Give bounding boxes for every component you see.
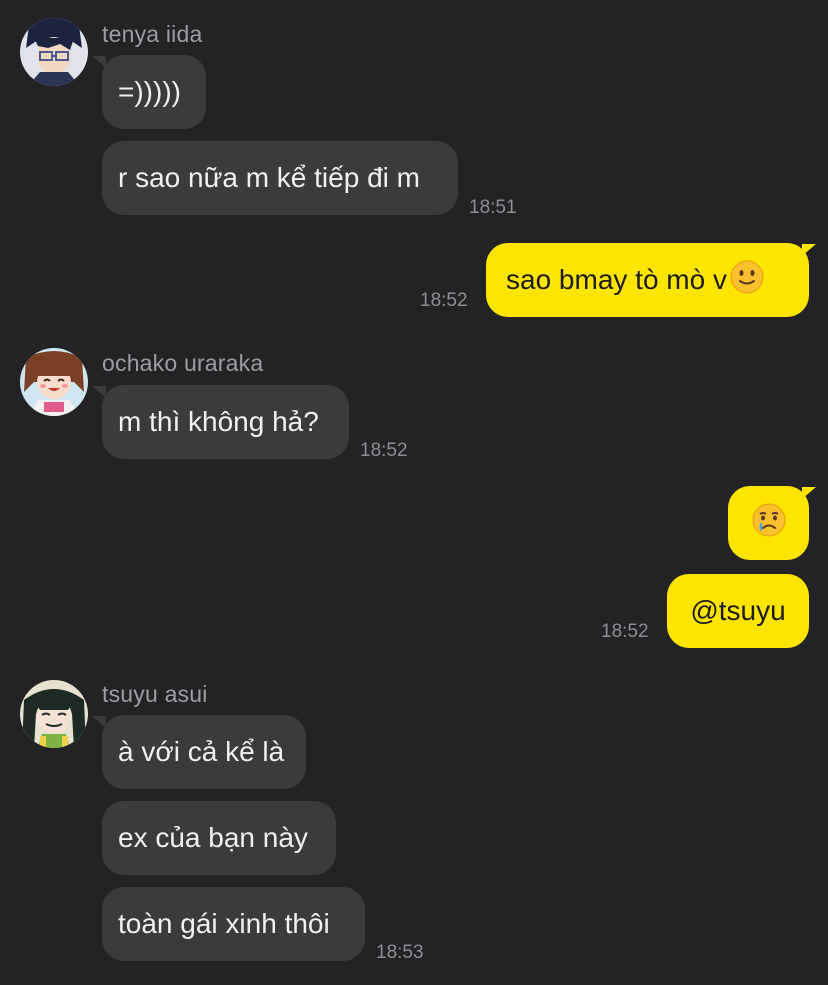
message-timestamp: 18:51 bbox=[469, 197, 517, 218]
avatar-tenya[interactable] bbox=[20, 18, 88, 86]
sender-name-ochako: ochako uraraka bbox=[102, 350, 264, 376]
incoming-message-bubble[interactable]: toàn gái xinh thôi bbox=[102, 887, 365, 961]
crying-face-icon bbox=[750, 501, 788, 546]
incoming-message-bubble[interactable]: ex của bạn này bbox=[102, 801, 336, 875]
message-text: à với cả kể là bbox=[118, 736, 285, 767]
message-text: =))))) bbox=[118, 76, 181, 107]
message-text: ex của bạn này bbox=[118, 822, 308, 853]
bubble-tail bbox=[802, 487, 816, 499]
ochako-avatar-image bbox=[20, 348, 88, 416]
avatar-ochako[interactable] bbox=[20, 348, 88, 416]
message-text: sao bmay tò mò v bbox=[506, 264, 727, 295]
tenya-avatar-image bbox=[20, 18, 88, 86]
message-text: m thì không hả? bbox=[118, 406, 319, 437]
outgoing-message-bubble[interactable] bbox=[728, 486, 809, 560]
message-text: toàn gái xinh thôi bbox=[118, 908, 330, 939]
incoming-message-bubble[interactable]: r sao nữa m kể tiếp đi m bbox=[102, 141, 458, 215]
message-text: r sao nữa m kể tiếp đi m bbox=[118, 162, 420, 193]
message-timestamp: 18:52 bbox=[360, 440, 408, 461]
sender-name-tenya: tenya iida bbox=[102, 21, 203, 47]
tsuyu-avatar-image bbox=[20, 680, 88, 748]
incoming-message-bubble[interactable]: =))))) bbox=[102, 55, 206, 129]
incoming-message-bubble[interactable]: à với cả kể là bbox=[102, 715, 306, 789]
sender-name-tsuyu: tsuyu asui bbox=[102, 681, 208, 707]
message-text: @tsuyu bbox=[690, 595, 786, 626]
message-timestamp: 18:52 bbox=[420, 290, 468, 311]
incoming-message-bubble[interactable]: m thì không hả? bbox=[102, 385, 349, 459]
bubble-tail bbox=[802, 244, 816, 256]
slightly-smiling-face-icon bbox=[729, 259, 765, 302]
outgoing-message-bubble[interactable]: @tsuyu bbox=[667, 574, 809, 648]
message-timestamp: 18:53 bbox=[376, 942, 424, 963]
avatar-tsuyu[interactable] bbox=[20, 680, 88, 748]
outgoing-message-bubble[interactable]: sao bmay tò mò v bbox=[486, 243, 809, 317]
message-timestamp: 18:52 bbox=[601, 621, 649, 642]
